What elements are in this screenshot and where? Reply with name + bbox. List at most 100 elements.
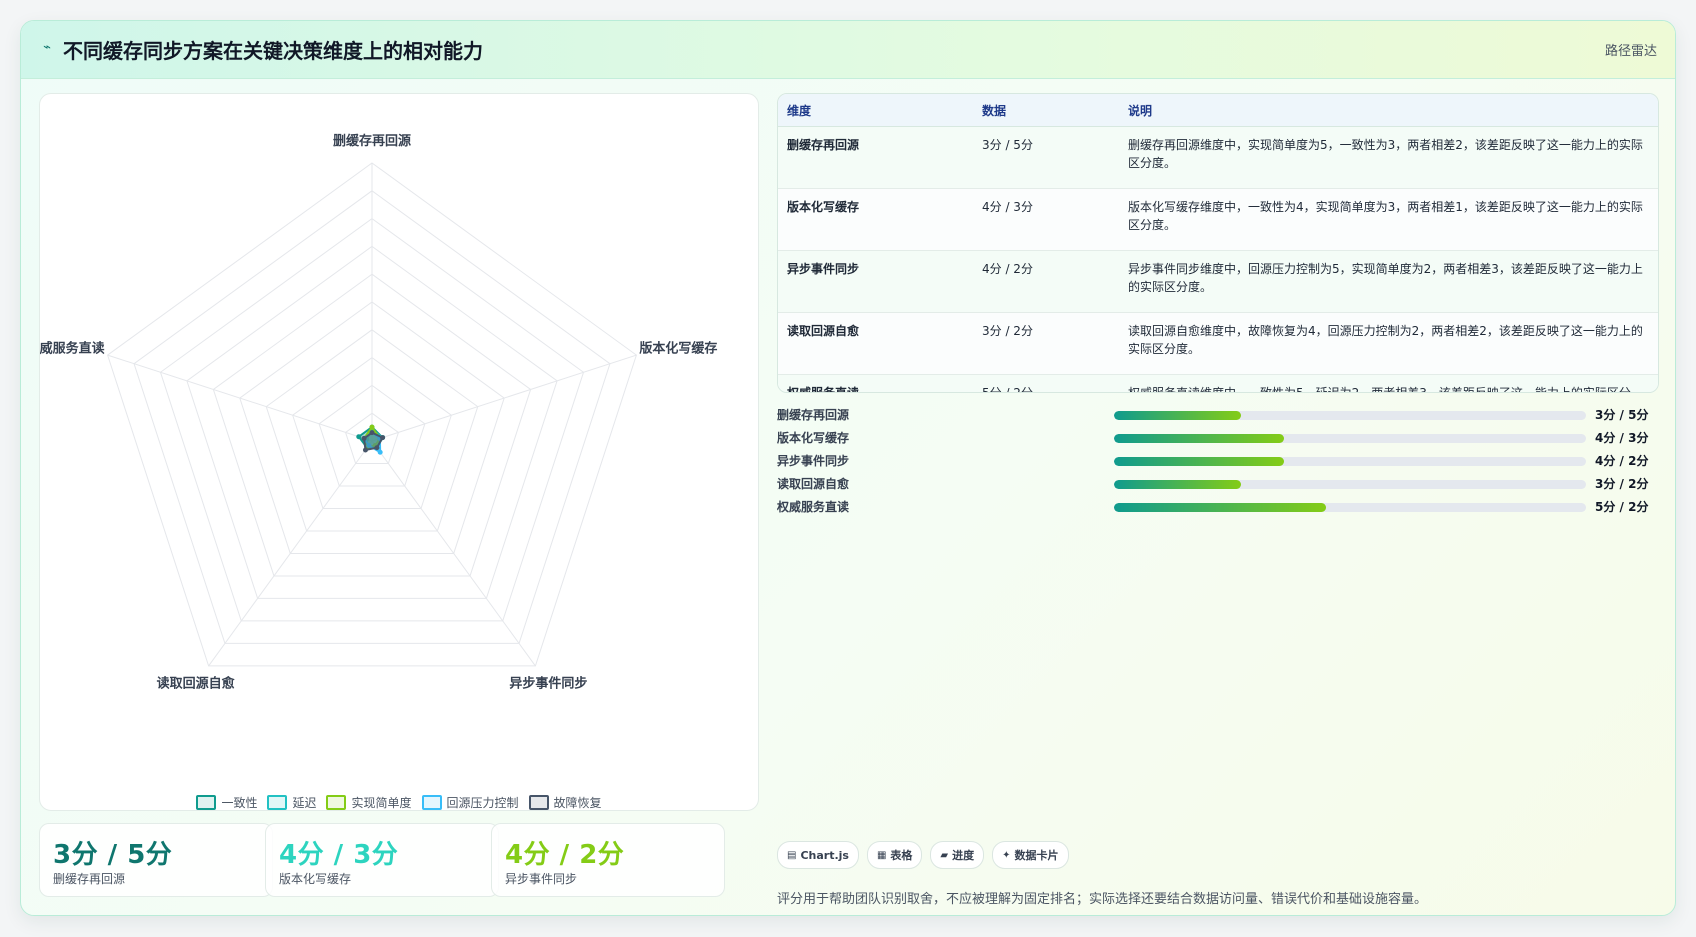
stat-label: 版本化写缓存 [279, 872, 352, 886]
legend-item[interactable]: 一致性 [196, 794, 257, 811]
sparkle-icon: ✦ [1002, 849, 1011, 861]
radar-axis-label: 版本化写缓存 [639, 340, 717, 356]
bar-value: 4分 / 3分 [1595, 431, 1649, 445]
legend-swatch [421, 795, 442, 810]
stat-card: 4分 / 3分版本化写缓存 [265, 823, 499, 897]
radar-point [356, 434, 362, 440]
bar-label: 版本化写缓存 [777, 431, 850, 445]
radar-grid [107, 162, 637, 667]
bar-row: 版本化写缓存 4分 / 3分 [777, 426, 1657, 450]
chip-label: Chart.js [800, 848, 849, 862]
table-cell-data: 3分 / 2分 [973, 312, 1119, 375]
table-cell-dimension: 权威服务直读 [778, 374, 973, 392]
radar-point [369, 424, 375, 430]
radar-point [374, 445, 380, 451]
stat-label: 异步事件同步 [505, 872, 578, 886]
legend-label: 故障恢复 [553, 796, 602, 810]
legend-item[interactable]: 实现简单度 [326, 794, 412, 811]
pulse-icon: ⌁ [43, 40, 51, 55]
chart-type-badge: 路径雷达 [1604, 44, 1657, 59]
radar-series [356, 424, 386, 455]
stat-card: 3分 / 5分删缓存再回源 [39, 823, 273, 897]
stat-card: 4分 / 2分异步事件同步 [491, 823, 725, 897]
bar-label: 删缓存再回源 [777, 408, 850, 422]
table-cell-description: 删缓存再回源维度中，实现简单度为5，一致性为3，两者相差2，该差距反映了这一能力… [1119, 126, 1658, 189]
chip-table[interactable]: ▦ 表格 [866, 841, 923, 869]
bar-value: 3分 / 5分 [1595, 408, 1649, 422]
radar-panel: 删缓存再回源版本化写缓存异步事件同步 读取回源自愈 权威服务直读 一致性 延迟 实现简单… [39, 93, 759, 811]
table-cell-dimension: 读取回源自愈 [778, 312, 973, 375]
data-table: 维度 数据 说明 删缓存再回源 3分 / 5分 删缓存再回源维度中，实现简单度为… [777, 93, 1659, 393]
radar-point [361, 435, 367, 441]
radar-axis-label: 权威服务直读 [40, 340, 105, 356]
page-title: 不同缓存同步方案在关键决策维度上的相对能力 [63, 39, 483, 63]
stat-value: 4分 / 2分 [505, 840, 625, 870]
radar-spoke [371, 354, 637, 442]
bar-track [1114, 480, 1586, 489]
table-row: 版本化写缓存 4分 / 3分 版本化写缓存维度中，一致性为4，实现简单度为3，两… [778, 188, 1658, 251]
table-row: 删缓存再回源 3分 / 5分 删缓存再回源维度中，实现简单度为5，一致性为3，两… [778, 126, 1658, 189]
table-cell-description: 版本化写缓存维度中，一致性为4，实现简单度为3，两者相差1，该差距反映了这一能力… [1119, 188, 1658, 251]
chip-sparkle[interactable]: ✦ 数据卡片 [992, 841, 1069, 869]
radar-axis-label: 删缓存再回源 [333, 133, 411, 149]
bar-label: 权威服务直读 [777, 500, 850, 514]
bar-fill [1114, 503, 1327, 512]
bar-fill [1114, 457, 1284, 466]
bar-row: 删缓存再回源 3分 / 5分 [777, 403, 1657, 427]
legend-item[interactable]: 回源压力控制 [421, 794, 519, 811]
legend-item[interactable]: 延迟 [267, 794, 316, 811]
bar-fill [1114, 411, 1242, 420]
bar-row: 异步事件同步 4分 / 2分 [777, 449, 1657, 473]
legend-label: 回源压力控制 [446, 796, 519, 810]
table-cell-data: 4分 / 2分 [973, 250, 1119, 313]
bar-fill [1114, 480, 1242, 489]
chip-chart[interactable]: ▤ Chart.js [777, 841, 859, 869]
table-cell-data: 5分 / 2分 [973, 374, 1119, 392]
column-header-data: 数据 [973, 94, 1119, 127]
bar-value: 4分 / 2分 [1595, 454, 1649, 468]
bar-label: 异步事件同步 [777, 454, 850, 468]
table-cell-description: 异步事件同步维度中，回源压力控制为5，实现简单度为2，两者相差3，该差距反映了这… [1119, 250, 1658, 313]
feature-chips: ▤ Chart.js ▦ 表格 ▰ 进度 ✦ 数据卡片 [777, 841, 1069, 869]
legend-label: 延迟 [292, 796, 317, 810]
main-card: ⌁ 不同缓存同步方案在关键决策维度上的相对能力 路径雷达 删缓存再回源 版本化写缓… [20, 20, 1676, 916]
progress-icon: ▰ [940, 849, 949, 861]
legend-swatch [196, 795, 217, 810]
table-row: 读取回源自愈 3分 / 2分 读取回源自愈维度中，故障恢复为4，回源压力控制为2… [778, 312, 1658, 375]
legend-swatch [326, 795, 347, 810]
table-icon: ▦ [876, 849, 887, 861]
legend-swatch [267, 795, 288, 810]
table-cell-dimension: 异步事件同步 [778, 250, 973, 313]
chip-label: 数据卡片 [1014, 849, 1059, 862]
legend-label: 一致性 [221, 796, 258, 810]
radar-spoke [107, 354, 373, 442]
bar-label: 读取回源自愈 [777, 477, 850, 491]
chip-progress[interactable]: ▰ 进度 [930, 841, 985, 869]
stat-label: 删缓存再回源 [53, 872, 126, 886]
table-cell-description: 权威服务直读维度中，一致性为5，延迟为2，两者相差3，该差距反映了这一能力上的实… [1119, 374, 1658, 392]
bar-track [1114, 457, 1586, 466]
column-header-description: 说明 [1119, 94, 1658, 127]
legend-label: 实现简单度 [351, 796, 412, 810]
bar-value: 5分 / 2分 [1595, 500, 1649, 514]
stat-value: 4分 / 3分 [279, 840, 399, 870]
table-cell-data: 4分 / 3分 [973, 188, 1119, 251]
radar-axis-label: 读取回源自愈 [157, 676, 236, 692]
header: ⌁ 不同缓存同步方案在关键决策维度上的相对能力 路径雷达 [21, 21, 1675, 79]
chip-label: 进度 [952, 849, 975, 862]
chart-legend: 一致性 延迟 实现简单度 回源压力控制 故障恢复 [40, 794, 758, 811]
radar-point [369, 430, 375, 436]
table-row: 异步事件同步 4分 / 2分 异步事件同步维度中，回源压力控制为5，实现简单度为… [778, 250, 1658, 313]
legend-swatch [528, 795, 549, 810]
table-header-row: 维度 数据 说明 [778, 94, 1658, 127]
chip-label: 表格 [890, 849, 913, 862]
bar-track [1114, 434, 1586, 443]
legend-item[interactable]: 故障恢复 [528, 794, 602, 811]
chart-icon: ▤ [787, 849, 797, 861]
bar-value: 3分 / 2分 [1595, 477, 1649, 491]
bar-fill [1114, 434, 1284, 443]
bar-row: 权威服务直读 5分 / 2分 [777, 495, 1657, 519]
radar-point [377, 449, 383, 455]
stat-value: 3分 / 5分 [53, 840, 173, 870]
bar-track [1114, 411, 1586, 420]
